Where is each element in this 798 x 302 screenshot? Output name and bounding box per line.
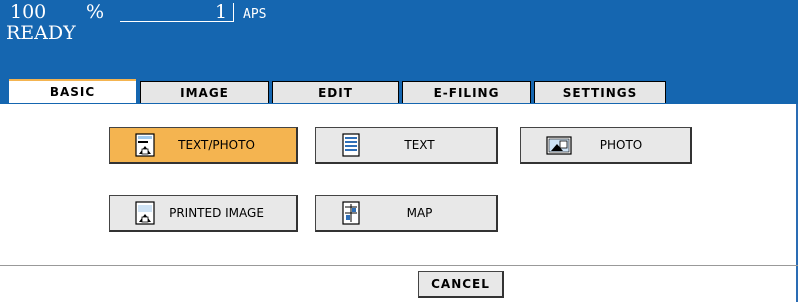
tab-image[interactable]: IMAGE [140, 81, 269, 103]
map-button[interactable]: MAP [315, 195, 498, 232]
tab-e-filing[interactable]: E-FILING [402, 81, 531, 103]
text-label: TEXT [404, 138, 435, 152]
tab-image-label: IMAGE [180, 85, 229, 100]
printed-image-label: PRINTED IMAGE [169, 206, 264, 220]
copier-panel: 100 % 1 APS READY BASIC IMAGE EDIT E-FIL… [0, 0, 798, 302]
printed-image-button[interactable]: PRINTED IMAGE [109, 195, 298, 232]
tab-settings[interactable]: SETTINGS [534, 81, 666, 103]
status-message: READY [6, 22, 76, 44]
tab-settings-label: SETTINGS [562, 85, 638, 100]
status-header: 100 % 1 APS READY [0, 0, 798, 80]
text-photo-label: TEXT/PHOTO [178, 138, 255, 152]
zoom-unit: % [86, 1, 105, 23]
text-photo-icon [135, 133, 155, 157]
tab-edit-label: EDIT [318, 85, 353, 100]
map-label: MAP [406, 206, 433, 220]
text-document-icon [342, 133, 360, 157]
tab-basic[interactable]: BASIC [9, 79, 136, 103]
text-photo-button[interactable]: TEXT/PHOTO [109, 127, 298, 164]
paper-size-label: APS [243, 7, 267, 22]
tab-basic-label: BASIC [49, 85, 96, 99]
tab-edit[interactable]: EDIT [272, 81, 399, 103]
cancel-label: CANCEL [431, 277, 490, 291]
tab-e-filing-label: E-FILING [433, 85, 500, 100]
map-icon [342, 201, 360, 225]
photo-icon [546, 136, 572, 155]
photo-label: PHOTO [599, 138, 643, 152]
zoom-value: 100 [10, 1, 47, 23]
printed-image-icon [135, 201, 155, 225]
text-button[interactable]: TEXT [315, 127, 498, 164]
divider [0, 265, 798, 266]
photo-button[interactable]: PHOTO [520, 127, 692, 164]
cancel-button[interactable]: CANCEL [418, 271, 504, 298]
copies-count: 1 [215, 1, 228, 23]
